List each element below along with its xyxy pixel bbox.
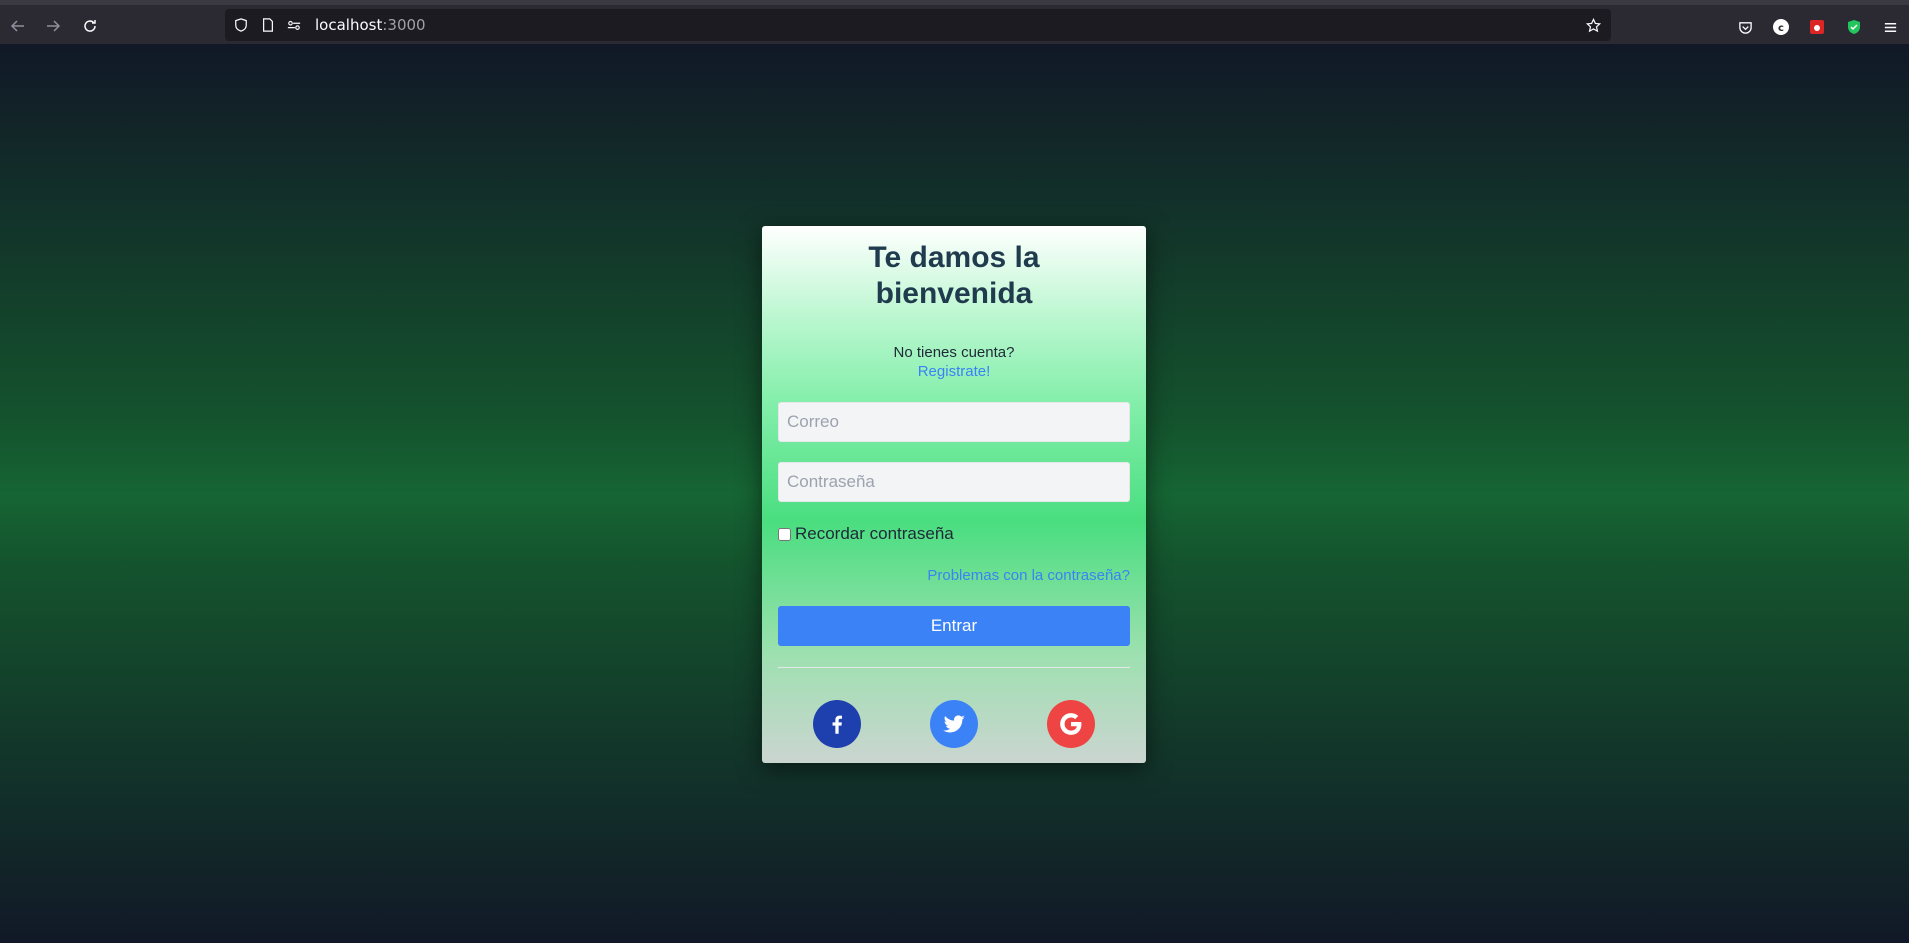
page-background: Te damos la bienvenida No tienes cuenta?… (0, 44, 1909, 943)
divider (778, 667, 1130, 668)
remember-label: Recordar contraseña (795, 524, 954, 543)
reload-icon (84, 20, 96, 32)
svg-text:c: c (1778, 23, 1784, 34)
url-text[interactable]: localhost:3000 (315, 16, 426, 34)
remember-password[interactable]: Recordar contraseña (778, 524, 954, 544)
google-icon (1060, 713, 1082, 735)
forward-button[interactable] (41, 14, 65, 38)
email-field[interactable] (778, 402, 1130, 442)
menu-icon[interactable] (1881, 18, 1899, 36)
remember-checkbox[interactable] (778, 527, 791, 541)
login-card: Te damos la bienvenida No tienes cuenta?… (762, 226, 1146, 763)
pocket-icon[interactable] (1736, 18, 1754, 36)
register-link[interactable]: Registrate! (762, 363, 1146, 380)
password-field[interactable] (778, 462, 1130, 502)
reload-button[interactable] (78, 14, 102, 38)
twitter-icon (943, 715, 965, 733)
login-title: Te damos la bienvenida (868, 241, 1040, 310)
extension-c-icon[interactable]: c (1772, 18, 1790, 36)
url-host: localhost (315, 16, 383, 34)
extension-red-icon[interactable] (1808, 18, 1826, 36)
shield-icon[interactable] (233, 17, 249, 33)
facebook-icon (832, 715, 842, 734)
extension-green-shield-icon[interactable] (1845, 18, 1863, 36)
url-bar[interactable]: localhost:3000 (225, 9, 1611, 41)
bookmark-star-icon[interactable] (1585, 17, 1601, 33)
permissions-icon[interactable] (286, 17, 302, 33)
no-account-text: No tienes cuenta? (893, 344, 1015, 361)
page-icon[interactable] (260, 17, 276, 33)
facebook-login-button[interactable] (813, 700, 861, 748)
twitter-login-button[interactable] (930, 700, 978, 748)
forgot-password-link[interactable]: Problemas con la contraseña? (927, 567, 1130, 584)
back-arrow-icon (10, 20, 24, 32)
back-button[interactable] (6, 14, 30, 38)
google-login-button[interactable] (1047, 700, 1095, 748)
browser-toolbar: localhost:3000 c (0, 0, 1909, 44)
login-button[interactable]: Entrar (778, 606, 1130, 646)
forward-arrow-icon (47, 20, 61, 32)
url-port: :3000 (382, 16, 426, 34)
